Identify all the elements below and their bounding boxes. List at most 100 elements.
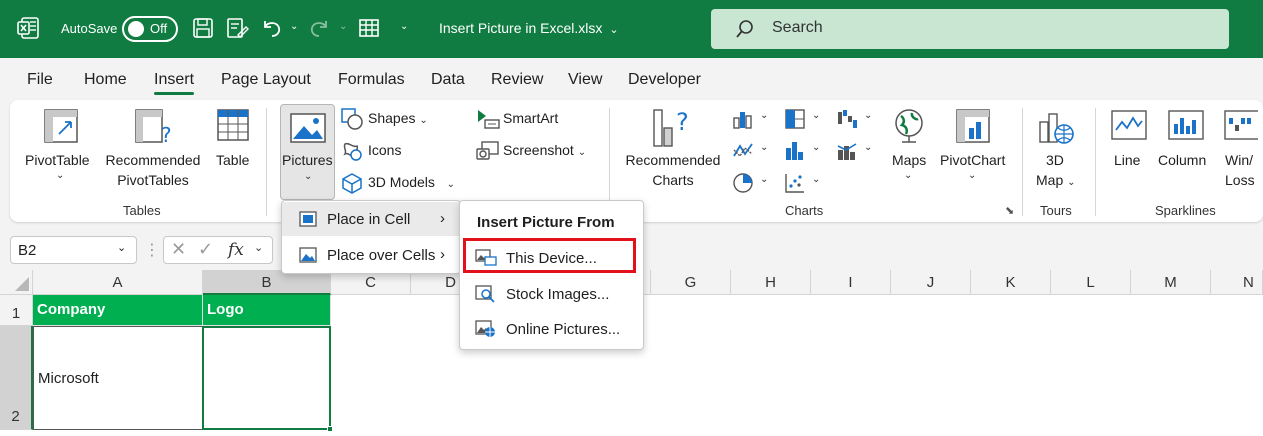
- tab-page-layout[interactable]: Page Layout: [221, 71, 311, 89]
- tables-group-label: Tables: [123, 203, 161, 218]
- undo-icon[interactable]: [259, 16, 283, 40]
- tab-review[interactable]: Review: [491, 71, 543, 89]
- column-header-l[interactable]: L: [1051, 270, 1131, 295]
- place-in-cell-icon: [299, 211, 317, 227]
- group-divider: [1095, 108, 1096, 216]
- tours-group-label: Tours: [1040, 203, 1072, 218]
- combo-chart-chevron-icon[interactable]: ⌄: [864, 142, 872, 153]
- pictures-chevron-icon: ⌄: [304, 171, 313, 182]
- sparkline-winloss-label-1: Win/: [1225, 152, 1253, 168]
- tab-formulas[interactable]: Formulas: [338, 71, 405, 89]
- waterfall-chart-icon[interactable]: [836, 108, 858, 130]
- pictures-label: Pictures: [282, 152, 333, 168]
- charts-dialog-launcher-icon[interactable]: ⬊: [1005, 204, 1014, 217]
- recommended-pivottables-label-1: Recommended: [105, 152, 201, 168]
- customize-qat-chevron-icon[interactable]: ⌄: [400, 21, 408, 32]
- cell-a1[interactable]: Company: [33, 295, 203, 326]
- tab-developer[interactable]: Developer: [628, 71, 701, 89]
- save-icon[interactable]: [191, 16, 215, 40]
- svg-text:?: ?: [676, 108, 689, 136]
- pie-chart-chevron-icon[interactable]: ⌄: [760, 174, 768, 185]
- tab-view[interactable]: View: [568, 71, 602, 89]
- search-box[interactable]: Search: [711, 9, 1229, 49]
- insert-function-icon[interactable]: fx: [228, 240, 244, 260]
- cell-b2-selected[interactable]: [202, 326, 331, 430]
- enter-formula-icon[interactable]: ✓: [198, 239, 213, 260]
- pivotchart-chevron-icon: ⌄: [968, 170, 977, 181]
- function-chevron-icon[interactable]: ⌄: [254, 241, 263, 254]
- document-filename[interactable]: Insert Picture in Excel.xlsx ⌄: [439, 20, 619, 36]
- 3d-map-label-2: Map ⌄: [1036, 172, 1076, 188]
- column-header-k[interactable]: K: [971, 270, 1051, 295]
- screenshot-icon: [476, 141, 499, 160]
- fill-handle[interactable]: [327, 426, 333, 432]
- this-device-highlight-box: [463, 238, 636, 273]
- cell-b1[interactable]: Logo: [203, 295, 331, 326]
- hierarchy-chart-chevron-icon[interactable]: ⌄: [812, 110, 820, 121]
- name-box[interactable]: B2 ⌄: [10, 236, 137, 264]
- submenu-chevron-right-icon: ›: [440, 246, 445, 263]
- smartart-icon: [478, 110, 500, 129]
- screenshot-chevron-icon: ⌄: [577, 147, 587, 158]
- column-header-n[interactable]: N: [1211, 270, 1263, 295]
- column-chart-icon[interactable]: [732, 108, 754, 130]
- row-header-1[interactable]: 1: [0, 295, 33, 326]
- tab-home[interactable]: Home: [84, 71, 127, 89]
- shapes-label: Shapes ⌄: [368, 110, 428, 126]
- online-pictures-icon: [475, 320, 495, 337]
- cell-a2[interactable]: Microsoft: [33, 326, 203, 430]
- tab-insert[interactable]: Insert: [154, 71, 195, 95]
- hierarchy-chart-icon[interactable]: [784, 108, 806, 130]
- pie-chart-icon[interactable]: [732, 172, 754, 194]
- pivotchart-icon: [956, 109, 990, 143]
- menu-item-online-pictures[interactable]: Online Pictures...: [460, 312, 643, 346]
- filename-chevron-icon: ⌄: [606, 24, 619, 36]
- column-header-h[interactable]: H: [731, 270, 811, 295]
- column-header-a[interactable]: A: [33, 270, 203, 295]
- 3d-models-chevron-icon: ⌄: [446, 179, 455, 190]
- column-header-i[interactable]: I: [811, 270, 891, 295]
- charts-group-label: Charts: [785, 203, 824, 218]
- column-header-m[interactable]: M: [1131, 270, 1211, 295]
- online-pictures-label: Online Pictures...: [506, 321, 621, 338]
- recommended-charts-label-1: Recommended: [625, 152, 721, 168]
- column-header-g[interactable]: G: [651, 270, 731, 295]
- menu-item-stock-images[interactable]: Stock Images...: [460, 277, 643, 311]
- row-header-2[interactable]: 2: [0, 326, 33, 430]
- name-box-chevron-icon[interactable]: ⌄: [117, 241, 126, 254]
- redo-dropdown-chevron-icon[interactable]: ⌄: [339, 21, 347, 32]
- statistic-chart-icon[interactable]: [784, 140, 806, 162]
- scatter-chart-icon[interactable]: [784, 172, 806, 194]
- recommended-charts-icon: ?: [653, 108, 689, 147]
- redo-icon[interactable]: [308, 16, 332, 40]
- column-chart-chevron-icon[interactable]: ⌄: [760, 110, 768, 121]
- cancel-formula-icon[interactable]: ✕: [171, 239, 186, 260]
- more-options-icon[interactable]: ⋮: [144, 240, 160, 260]
- menu-item-place-over-cells[interactable]: Place over Cells ›: [282, 238, 460, 272]
- 3d-map-label-1: 3D: [1046, 152, 1064, 168]
- column-header-j[interactable]: J: [891, 270, 971, 295]
- line-chart-chevron-icon[interactable]: ⌄: [760, 142, 768, 153]
- pictures-button[interactable]: Pictures ⌄: [280, 104, 335, 200]
- tab-file[interactable]: File: [27, 71, 53, 89]
- statistic-chart-chevron-icon[interactable]: ⌄: [812, 142, 820, 153]
- recommended-charts-label-2: Charts: [652, 172, 694, 188]
- search-placeholder: Search: [772, 19, 823, 36]
- line-chart-icon[interactable]: [732, 140, 754, 162]
- screenshot-label: Screenshot ⌄: [503, 142, 587, 158]
- select-all-corner[interactable]: [0, 270, 33, 295]
- title-bar: AutoSave Off ⌄ ⌄ ⌄ Insert Picture in Exc…: [0, 0, 1263, 58]
- menu-item-place-in-cell[interactable]: Place in Cell ›: [282, 202, 460, 236]
- 3d-map-icon: [1039, 113, 1074, 144]
- form-edit-icon[interactable]: [225, 16, 249, 40]
- sparkline-winloss-label-2: Loss: [1225, 172, 1255, 188]
- pictures-dropdown-menu: Place in Cell › Place over Cells ›: [281, 200, 461, 274]
- tab-data[interactable]: Data: [431, 71, 465, 89]
- combo-chart-icon[interactable]: [836, 140, 858, 162]
- undo-dropdown-chevron-icon[interactable]: ⌄: [290, 21, 298, 32]
- scatter-chart-chevron-icon[interactable]: ⌄: [812, 174, 820, 185]
- table-grid-icon[interactable]: [357, 16, 381, 40]
- waterfall-chart-chevron-icon[interactable]: ⌄: [864, 110, 872, 121]
- autosave-toggle[interactable]: Off: [122, 16, 178, 42]
- shapes-chevron-icon: ⌄: [419, 115, 428, 126]
